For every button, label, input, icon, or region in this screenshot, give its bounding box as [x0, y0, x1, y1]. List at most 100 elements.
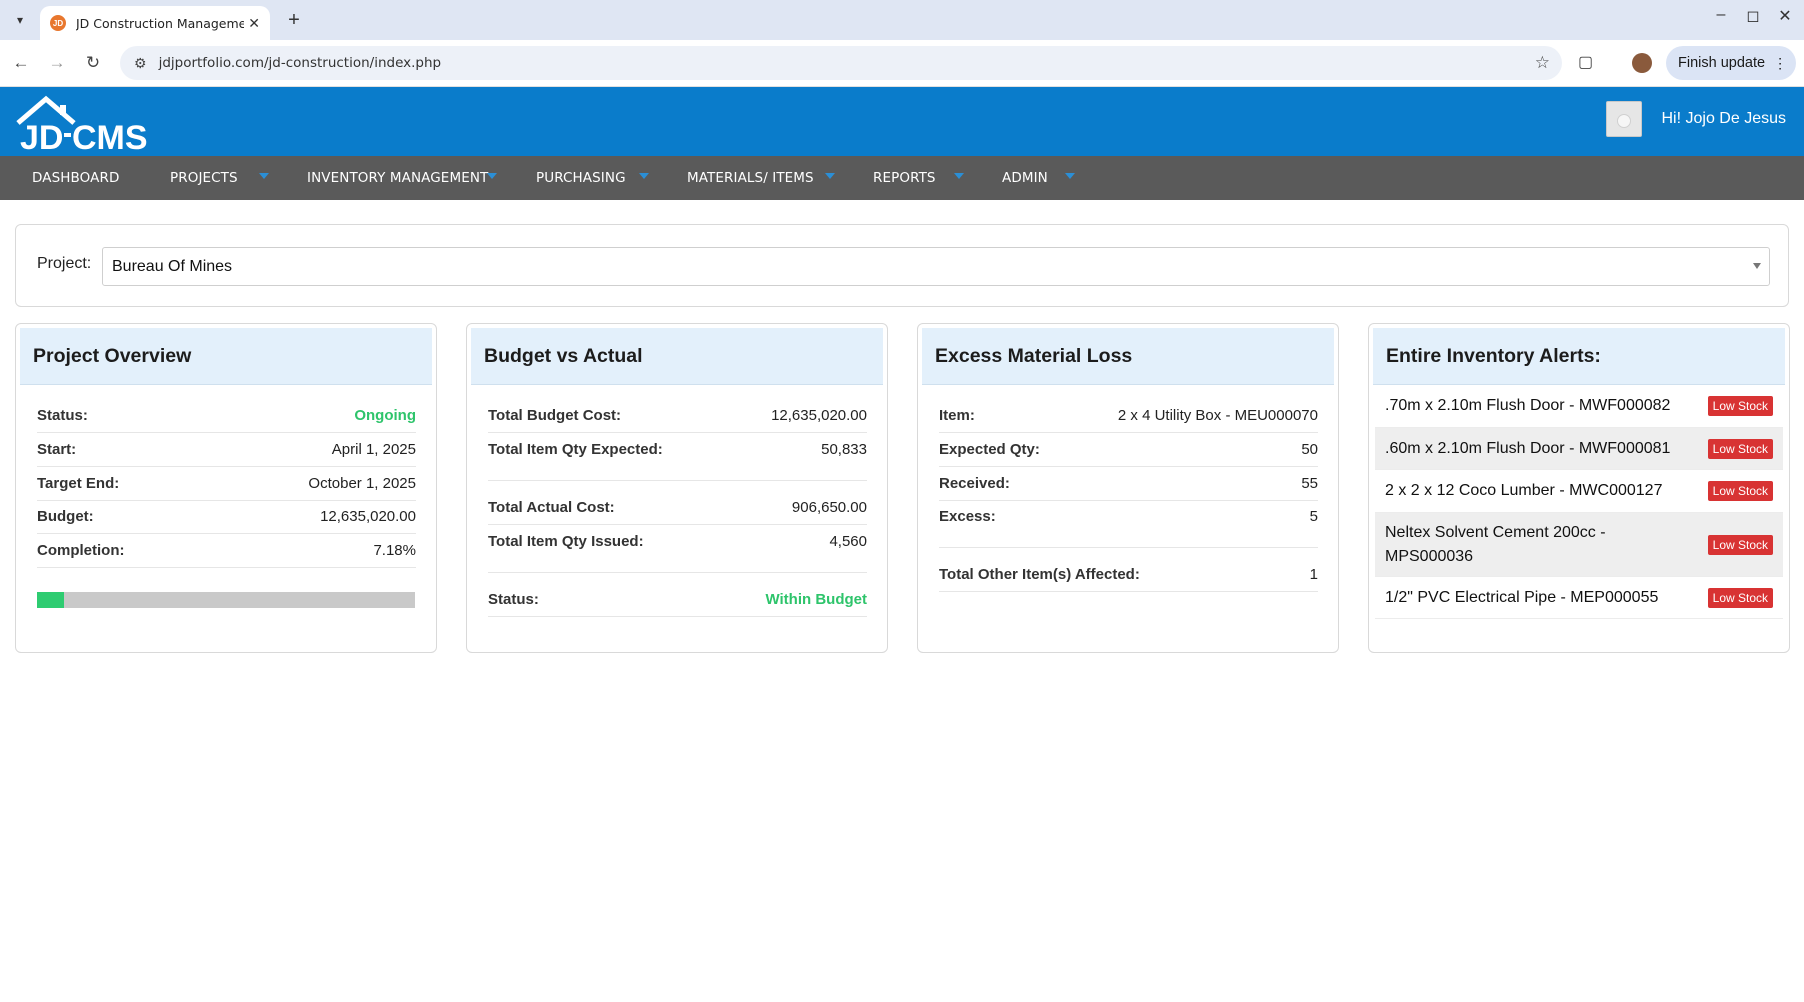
- chevron-down-icon: [954, 173, 964, 179]
- overview-row-budget: Budget: 12,635,020.00: [37, 500, 416, 534]
- excess-row-expected-qty: Expected Qty: 50: [939, 433, 1318, 467]
- alert-item[interactable]: .60m x 2.10m Flush Door - MWF000081 Low …: [1375, 428, 1783, 470]
- row-value: 906,650.00: [791, 499, 867, 516]
- row-label: Item:: [939, 407, 975, 424]
- alert-item[interactable]: Neltex Solvent Cement 200cc - MPS000036 …: [1375, 513, 1783, 577]
- browser-toolbar: ← → ↻ ⚙ jdjportfolio.com/jd-construction…: [0, 40, 1804, 87]
- budget-vs-actual-card: Budget vs Actual Total Budget Cost: 12,6…: [466, 323, 888, 653]
- alert-item[interactable]: 2 x 2 x 12 Coco Lumber - MWC000127 Low S…: [1375, 470, 1783, 513]
- budget-row-total-budget: Total Budget Cost: 12,635,020.00: [488, 399, 867, 433]
- chevron-down-icon: [639, 173, 649, 179]
- tab-close-icon[interactable]: ✕: [248, 15, 260, 32]
- row-value: 55: [1301, 475, 1318, 492]
- nav-item-purchasing[interactable]: PURCHASING: [536, 156, 626, 200]
- reload-icon[interactable]: ↻: [82, 52, 104, 74]
- row-value: 4,560: [829, 533, 867, 550]
- profile-avatar-icon[interactable]: [1632, 53, 1652, 73]
- nav-item-reports[interactable]: REPORTS: [873, 156, 936, 200]
- overview-row-completion: Completion: 7.18%: [37, 534, 416, 568]
- user-menu[interactable]: Hi! Jojo De Jesus: [1605, 101, 1786, 137]
- project-select[interactable]: Bureau Of Mines: [102, 247, 1770, 286]
- nav-item-dashboard[interactable]: DASHBOARD: [32, 156, 119, 200]
- low-stock-badge: Low Stock: [1707, 587, 1773, 608]
- minimize-icon[interactable]: –: [1712, 6, 1730, 26]
- extensions-icon[interactable]: ▢: [1578, 52, 1593, 72]
- jd-cms-logo[interactable]: JD CMS: [14, 93, 174, 153]
- status-value: Ongoing: [354, 407, 416, 424]
- maximize-icon[interactable]: ◻: [1744, 6, 1762, 26]
- row-value: 50,833: [821, 441, 867, 458]
- budget-row-actual-cost: Total Actual Cost: 906,650.00: [488, 491, 867, 525]
- row-value: 7.18%: [373, 542, 416, 559]
- bookmark-star-icon[interactable]: ☆: [1535, 53, 1550, 73]
- chevron-down-icon: [825, 173, 835, 179]
- row-value: 1: [1309, 566, 1318, 583]
- nav-item-admin[interactable]: ADMIN: [1002, 156, 1048, 200]
- nav-label: MATERIALS/ ITEMS: [687, 170, 814, 186]
- new-tab-icon[interactable]: +: [282, 8, 306, 32]
- overview-row-target-end: Target End: October 1, 2025: [37, 467, 416, 501]
- finish-update-button[interactable]: Finish update ⋮: [1666, 46, 1796, 80]
- back-icon[interactable]: ←: [10, 52, 32, 74]
- dropdown-arrow-icon: [1753, 263, 1761, 269]
- address-bar[interactable]: ⚙ jdjportfolio.com/jd-construction/index…: [120, 46, 1562, 80]
- nav-item-projects[interactable]: PROJECTS: [170, 156, 238, 200]
- user-avatar-icon[interactable]: [1605, 101, 1642, 137]
- row-value: 12,635,020.00: [320, 508, 416, 525]
- nav-label: REPORTS: [873, 170, 936, 186]
- row-label: Target End:: [37, 475, 120, 492]
- budget-row-qty-issued: Total Item Qty Issued: 4,560: [488, 525, 867, 573]
- project-label: Project:: [37, 255, 92, 272]
- nav-label: DASHBOARD: [32, 170, 120, 186]
- inventory-alerts-card: Entire Inventory Alerts: .70m x 2.10m Fl…: [1368, 323, 1790, 653]
- nav-item-materials-items[interactable]: MATERIALS/ ITEMS: [687, 156, 814, 200]
- browser-tab[interactable]: JD JD Construction Management ✕: [40, 6, 270, 40]
- alert-item[interactable]: .70m x 2.10m Flush Door - MWF000082 Low …: [1375, 385, 1783, 428]
- nav-label: PURCHASING: [536, 170, 626, 186]
- low-stock-badge: Low Stock: [1707, 481, 1773, 501]
- logo-cms-text: CMS: [72, 119, 148, 153]
- alert-item-name: 1/2" PVC Electrical Pipe - MEP000055: [1385, 588, 1659, 606]
- nav-label: INVENTORY MANAGEMENT: [307, 170, 489, 186]
- tab-search-icon[interactable]: ▾: [8, 8, 32, 32]
- excess-row-other-affected: Total Other Item(s) Affected: 1: [939, 558, 1318, 592]
- nav-label: ADMIN: [1002, 170, 1048, 186]
- logo-jd-text: JD: [20, 119, 63, 153]
- row-label: Total Item Qty Issued:: [488, 533, 644, 550]
- row-label: Status:: [488, 591, 539, 608]
- alert-item[interactable]: 1/2" PVC Electrical Pipe - MEP000055 Low…: [1375, 577, 1783, 619]
- budget-status-value: Within Budget: [765, 591, 867, 608]
- row-label: Total Item Qty Expected:: [488, 441, 663, 458]
- row-value: October 1, 2025: [308, 475, 416, 492]
- app-header: JD CMS Hi! Jojo De Jesus: [0, 87, 1804, 156]
- excess-row-item: Item: 2 x 4 Utility Box - MEU000070: [939, 399, 1318, 433]
- row-value: April 1, 2025: [331, 441, 416, 458]
- nav-item-inventory-management[interactable]: INVENTORY MANAGEMENT: [307, 156, 488, 200]
- overview-row-start: Start: April 1, 2025: [37, 433, 416, 467]
- overview-row-status: Status: Ongoing: [37, 399, 416, 433]
- project-overview-card: Project Overview Status: Ongoing Start: …: [15, 323, 437, 653]
- alert-item-name: .60m x 2.10m Flush Door - MWF000081: [1385, 439, 1671, 457]
- forward-icon[interactable]: →: [46, 52, 68, 74]
- budget-row-status: Status: Within Budget: [488, 583, 867, 617]
- alert-item-name: .70m x 2.10m Flush Door - MWF000082: [1385, 397, 1671, 414]
- low-stock-badge: Low Stock: [1707, 438, 1773, 459]
- favicon-icon: JD: [50, 15, 66, 31]
- finish-update-label: Finish update: [1678, 55, 1766, 71]
- excess-row-received: Received: 55: [939, 467, 1318, 501]
- row-label: Total Budget Cost:: [488, 407, 622, 424]
- more-options-icon: ⋮: [1773, 54, 1788, 71]
- alert-item-name: 2 x 2 x 12 Coco Lumber - MWC000127: [1385, 482, 1663, 499]
- row-label: Status:: [37, 407, 88, 424]
- row-label: Budget:: [37, 508, 94, 525]
- row-value: 5: [1309, 508, 1318, 525]
- row-value: 50: [1301, 441, 1318, 458]
- main-nav: DASHBOARD PROJECTS INVENTORY MANAGEMENT …: [0, 156, 1804, 200]
- row-label: Completion:: [37, 542, 125, 559]
- site-info-icon[interactable]: ⚙: [134, 55, 147, 72]
- budget-row-qty-expected: Total Item Qty Expected: 50,833: [488, 433, 867, 481]
- chevron-down-icon: [487, 173, 497, 179]
- row-label: Total Other Item(s) Affected:: [939, 566, 1140, 583]
- close-window-icon[interactable]: ✕: [1776, 6, 1794, 26]
- row-label: Received:: [939, 475, 1010, 492]
